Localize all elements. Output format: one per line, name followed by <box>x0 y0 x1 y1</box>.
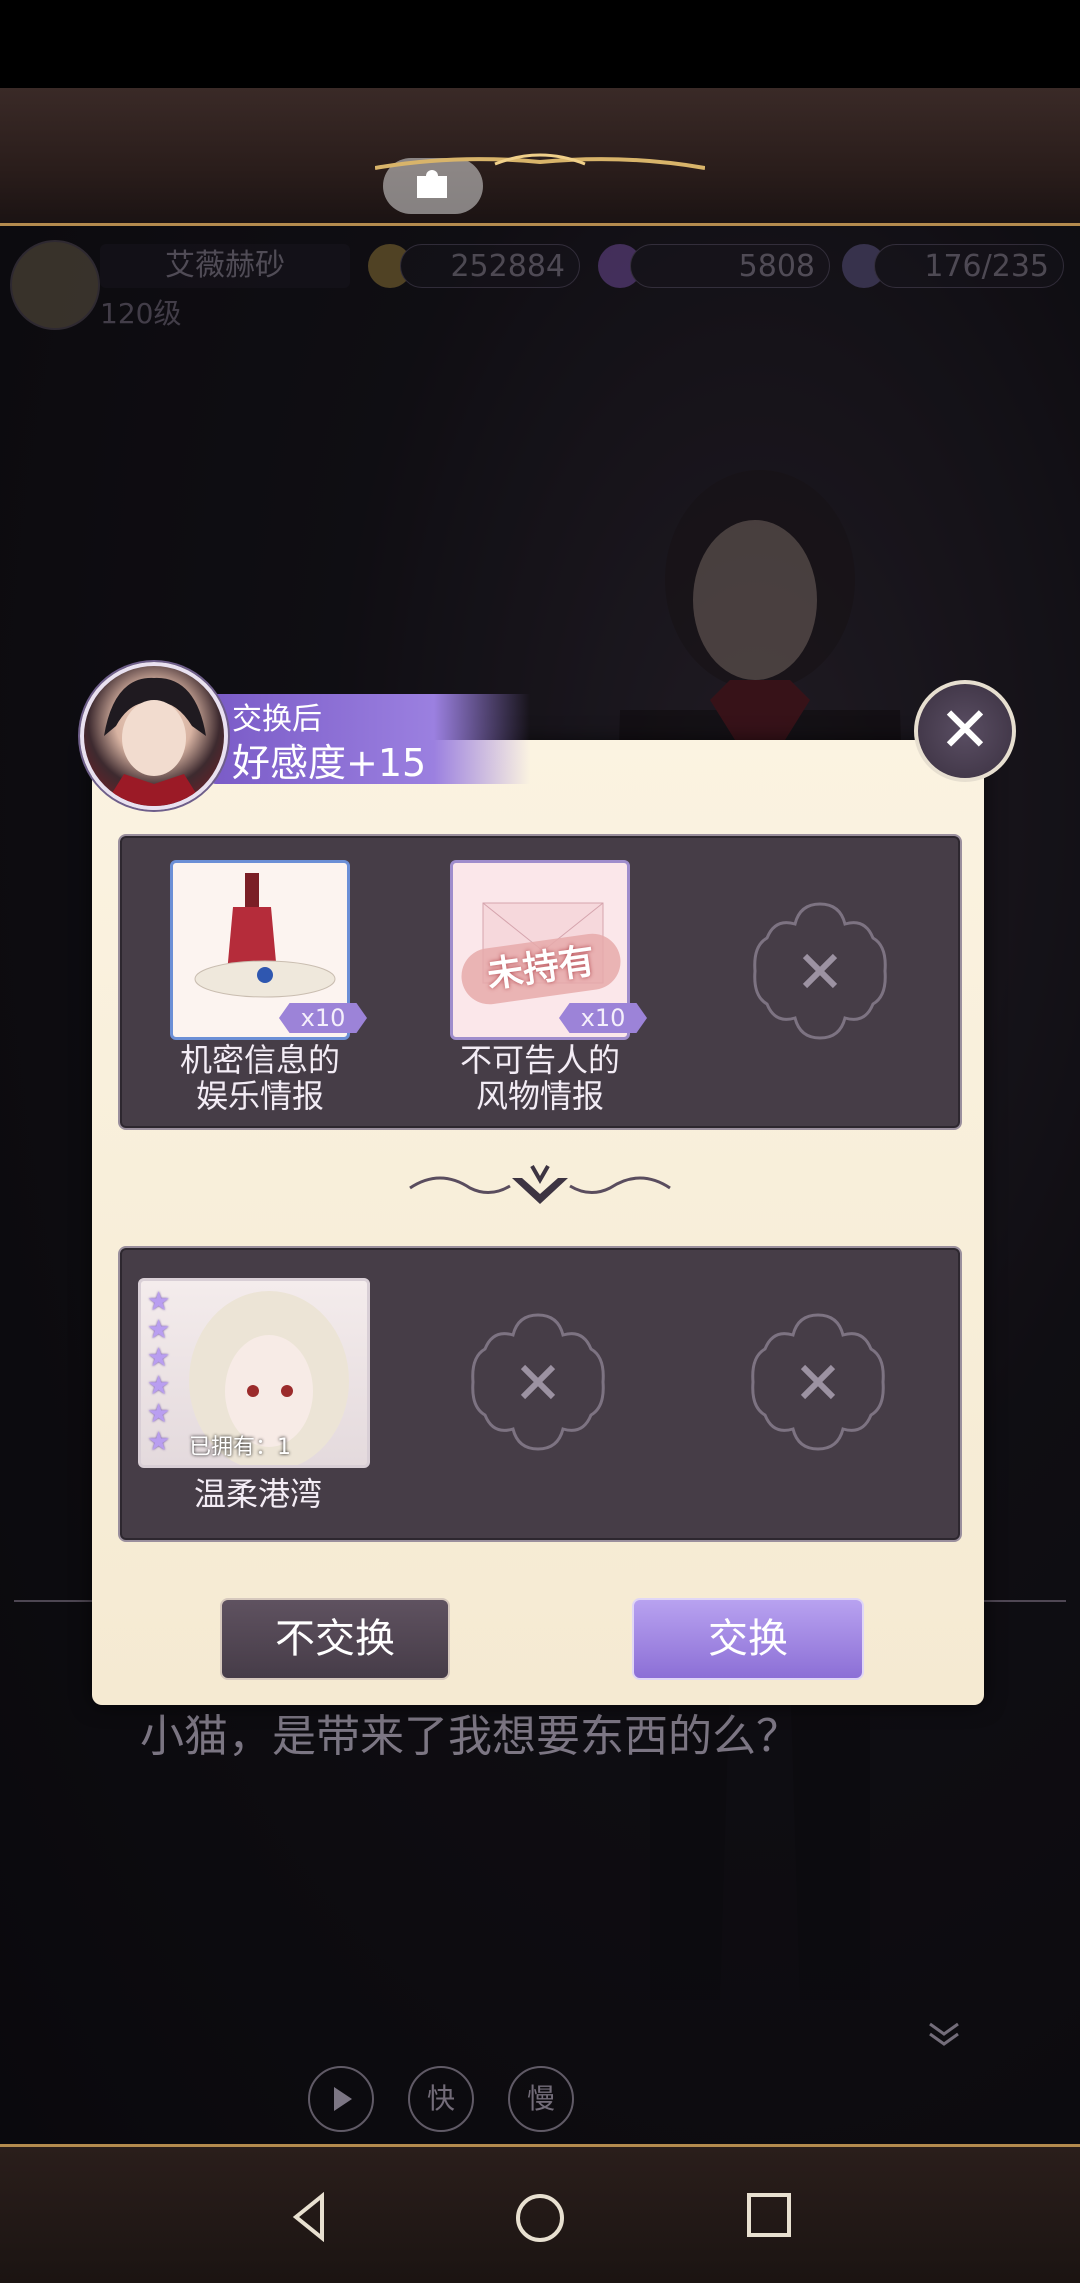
gold-counter[interactable]: 252884 <box>400 244 580 288</box>
character-portrait <box>80 662 228 810</box>
item-count-badge: x10 <box>559 1003 647 1033</box>
player-level: 120级 <box>100 297 182 330</box>
play-icon <box>334 2087 352 2111</box>
chevron-down-icon[interactable] <box>926 2020 962 2050</box>
player-name: 艾薇赫砂 <box>100 244 350 288</box>
top-hud: 艾薇赫砂 120级 252884 5808 176/235 <box>0 236 1080 330</box>
home-nav-icon[interactable] <box>514 2192 566 2244</box>
auto-play-button[interactable] <box>308 2066 374 2132</box>
status-bar <box>0 0 1080 88</box>
owned-count: 已拥有：1 <box>189 1435 291 1460</box>
gold-ornament <box>375 153 705 170</box>
exchange-arrow-icon <box>409 1165 671 1204</box>
dialogue-text: 小猫，是带来了我想要东西的么？ <box>140 1711 800 1762</box>
empty-slot-icon <box>471 1313 605 1451</box>
player-avatar[interactable] <box>10 240 100 330</box>
exchange-button[interactable]: 交换 <box>632 1598 864 1680</box>
rarity-star-icon: ★ <box>147 1287 171 1317</box>
slow-button[interactable]: 慢 <box>508 2066 574 2132</box>
top-frame <box>0 88 1080 226</box>
input-item-name-1: 机密信息的 娱乐情报 <box>140 1042 380 1114</box>
rarity-star-icon: ★ <box>147 1427 171 1457</box>
stamina-counter[interactable]: 176/235 <box>874 244 1064 288</box>
empty-slot-icon <box>753 902 887 1040</box>
recents-nav-icon[interactable] <box>746 2192 792 2238</box>
close-button[interactable]: ✕ <box>914 680 1016 782</box>
wine-scroll-icon <box>194 873 336 998</box>
decline-button[interactable]: 不交换 <box>220 1598 450 1680</box>
input-item-name-line1: 机密信息的 <box>179 1041 340 1079</box>
input-item-slot-1[interactable]: x10 <box>170 860 367 1040</box>
output-card[interactable]: ★ ★ ★ ★ ★ ★ 已拥有：1 <box>138 1278 370 1468</box>
affection-bonus: 好感度+15 <box>232 741 427 785</box>
rarity-star-icon: ★ <box>147 1343 171 1373</box>
output-card-name: 温柔港湾 <box>193 1475 322 1513</box>
input-item-name-line2: 风物情报 <box>475 1077 604 1115</box>
input-item-name-line2: 娱乐情报 <box>195 1077 324 1115</box>
item-count-badge: x10 <box>279 1003 367 1033</box>
gem-counter[interactable]: 5808 <box>630 244 830 288</box>
input-item-name-line1: 不可告人的 <box>459 1041 620 1079</box>
puzzle-icon <box>417 170 447 198</box>
back-nav-icon[interactable] <box>290 2192 330 2242</box>
empty-slot-icon <box>751 1313 885 1451</box>
rarity-star-icon: ★ <box>147 1371 171 1401</box>
rarity-star-icon: ★ <box>147 1399 171 1429</box>
fast-button[interactable]: 快 <box>408 2066 474 2132</box>
input-item-name-2: 不可告人的 风物情报 <box>420 1042 660 1114</box>
input-item-slot-2[interactable]: 未持有 x10 <box>450 860 647 1040</box>
rarity-star-icon: ★ <box>147 1315 171 1345</box>
input-items-panel: x10 机密信息的 娱乐情报 未持有 x10 不可告人的 风物情报 <box>118 834 962 1130</box>
